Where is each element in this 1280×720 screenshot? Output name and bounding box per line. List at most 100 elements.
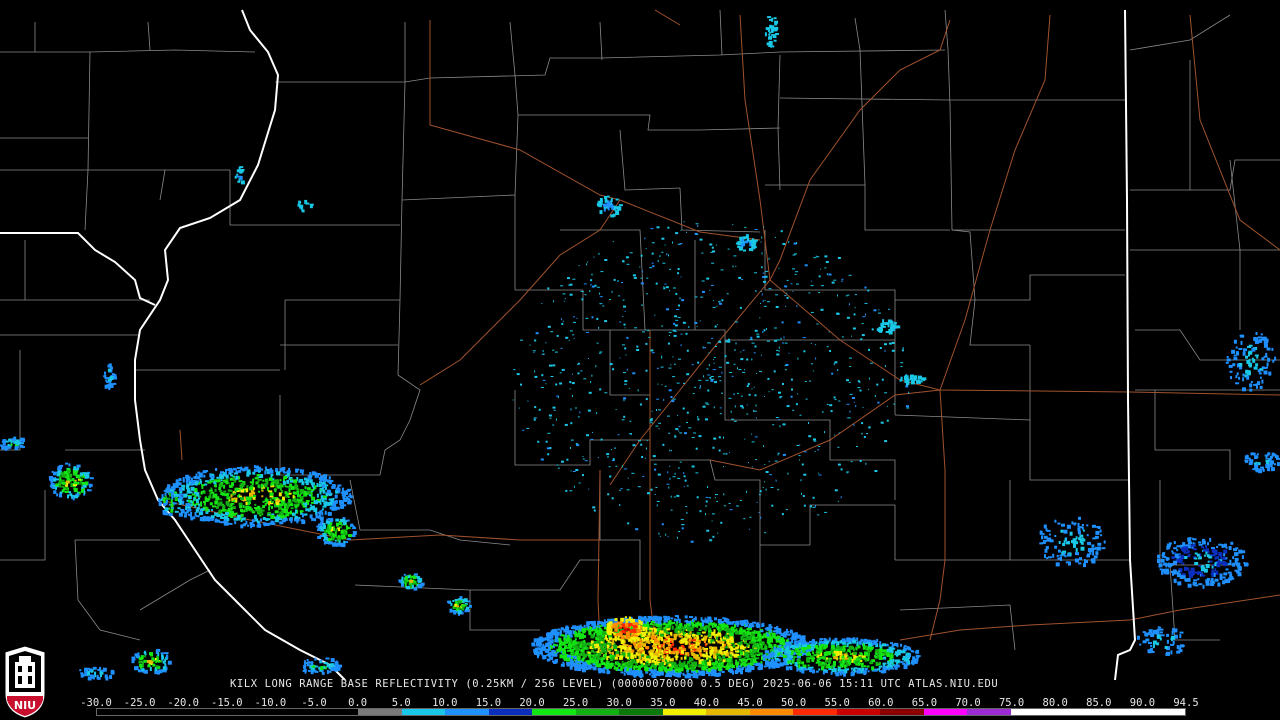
echo-pixel <box>251 483 254 485</box>
echo-pixel <box>595 655 600 659</box>
echo-pixel <box>852 639 857 644</box>
echo-pixel <box>350 523 354 527</box>
echo-pixel <box>862 316 866 318</box>
echo-pixel <box>589 290 591 293</box>
echo-pixel <box>701 638 705 641</box>
echo-pixel <box>584 460 588 462</box>
echo-pixel <box>668 367 672 369</box>
echo-pixel <box>334 503 337 508</box>
echo-pixel <box>729 509 733 511</box>
echo-pixel <box>782 634 787 638</box>
echo-pixel <box>547 325 551 328</box>
echo-pixel <box>644 457 646 459</box>
echo-pixel <box>612 368 615 371</box>
echo-pixel <box>705 513 706 516</box>
echo-pixel <box>796 242 797 244</box>
echo-pixel <box>332 542 337 546</box>
radar-map[interactable] <box>0 0 1280 720</box>
echo-pixel <box>593 509 596 512</box>
echo-pixel <box>67 470 72 473</box>
echo-pixel <box>850 461 853 463</box>
echo-pixel <box>256 466 260 469</box>
echo-pixel <box>684 656 686 660</box>
echo-pixel <box>282 480 286 485</box>
echo-pixel <box>791 634 795 638</box>
echo-pixel <box>671 625 674 630</box>
echo-pixel <box>679 662 682 666</box>
echo-pixel <box>562 634 566 637</box>
echo-pixel <box>716 305 718 307</box>
echo-pixel <box>340 501 343 504</box>
echo-pixel <box>778 346 780 349</box>
echo-pixel <box>744 438 746 440</box>
echo-pixel <box>318 515 321 519</box>
echo-pixel <box>592 431 593 433</box>
echo-pixel <box>166 497 171 500</box>
echo-pixel <box>624 310 626 312</box>
echo-pixel <box>783 657 786 661</box>
echo-pixel <box>218 479 221 483</box>
echo-pixel <box>742 349 745 351</box>
echo-pixel <box>815 670 819 673</box>
echo-pixel <box>775 632 778 635</box>
echo-pixel <box>733 420 737 422</box>
echo-pixel <box>562 661 565 664</box>
echo-pixel <box>628 387 630 389</box>
echo-pixel <box>855 648 858 651</box>
echo-pixel <box>741 279 744 281</box>
echo-pixel <box>606 644 609 649</box>
echo-pixel <box>624 347 627 350</box>
echo-pixel <box>706 403 710 405</box>
echo-pixel <box>717 655 721 659</box>
echo-pixel <box>764 464 766 465</box>
echo-pixel <box>208 489 213 492</box>
echo-pixel <box>755 664 760 666</box>
echo-pixel <box>663 287 666 290</box>
echo-pixel <box>658 653 663 656</box>
echo-pixel <box>649 673 651 676</box>
echo-pixel <box>553 300 555 303</box>
echo-pixel <box>676 621 679 624</box>
echo-pixel <box>60 493 63 498</box>
echo-pixel <box>605 634 608 639</box>
echo-pixel <box>674 434 676 436</box>
echo-pixel <box>666 483 670 485</box>
echo-pixel <box>637 486 641 488</box>
echo-pixel <box>218 510 222 515</box>
echo-pixel <box>194 495 197 498</box>
echo-pixel <box>325 484 329 487</box>
echo-pixel <box>697 418 700 421</box>
echo-pixel <box>784 295 787 297</box>
echo-pixel <box>684 479 687 482</box>
echo-pixel <box>219 490 223 492</box>
echo-pixel <box>707 633 711 638</box>
echo-pixel <box>724 635 729 638</box>
echo-pixel <box>570 470 572 472</box>
echo-pixel <box>230 506 233 510</box>
echo-pixel <box>233 497 238 500</box>
echo-pixel <box>754 345 757 348</box>
echo-pixel <box>619 357 621 359</box>
echo-pixel <box>5 446 9 451</box>
echo-pixel <box>792 409 795 411</box>
echo-pixel <box>762 299 764 302</box>
echo-pixel <box>837 500 839 502</box>
echo-pixel <box>794 635 797 639</box>
echo-pixel <box>603 667 606 670</box>
echo-pixel <box>677 272 680 275</box>
echo-pixel <box>870 660 873 665</box>
echo-pixel <box>591 285 595 288</box>
echo-pixel <box>769 634 772 637</box>
echo-pixel <box>753 409 755 412</box>
echo-pixel <box>268 490 273 493</box>
echo-pixel <box>212 505 216 508</box>
echo-pixel <box>676 382 680 384</box>
echo-pixel <box>645 447 647 450</box>
echo-pixel <box>299 489 304 493</box>
echo-pixel <box>620 635 625 640</box>
echo-pixel <box>627 645 632 647</box>
echo-pixel <box>769 474 773 476</box>
echo-pixel <box>696 631 699 635</box>
echo-pixel <box>629 669 632 672</box>
echo-pixel <box>717 640 721 644</box>
